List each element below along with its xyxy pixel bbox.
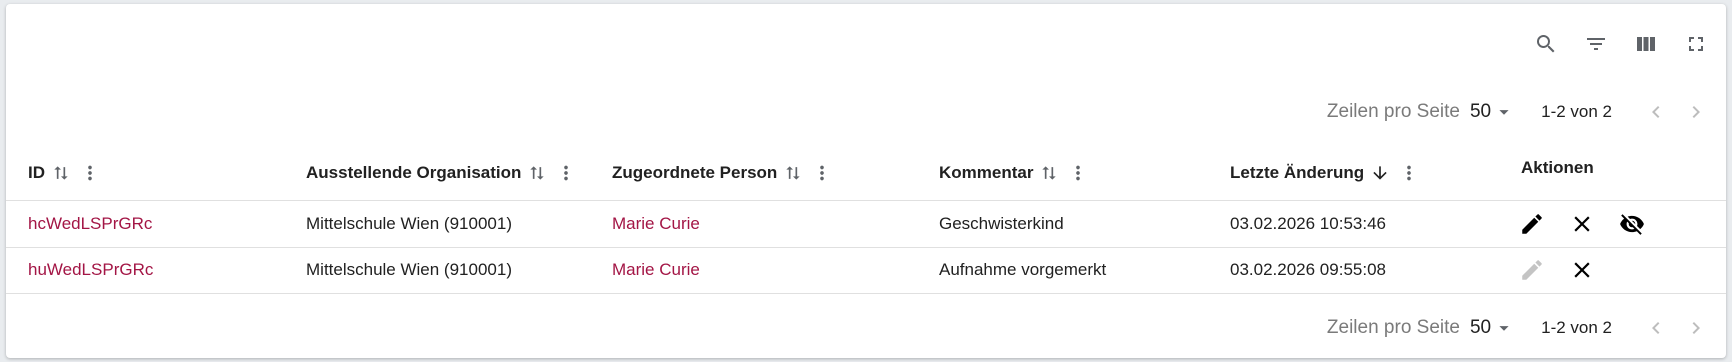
next-page-button[interactable] — [1676, 92, 1716, 132]
previous-page-button[interactable] — [1636, 308, 1676, 348]
pagination-bottom: Zeilen pro Seite 50 1-2 von 2 — [1327, 308, 1716, 348]
pagination-range: 1-2 von 2 — [1541, 318, 1612, 337]
visibility-off-icon — [1620, 214, 1644, 235]
edit-icon — [1522, 260, 1542, 280]
edit-button-disabled — [1516, 254, 1548, 286]
filter-button[interactable] — [1576, 24, 1616, 64]
column-header-person: Zugeordnete Person — [612, 146, 833, 200]
rows-per-page-label: Zeilen pro Seite — [1326, 101, 1460, 122]
previous-page-button[interactable] — [1636, 92, 1676, 132]
edit-button[interactable] — [1516, 208, 1548, 240]
chevron-left-icon — [1652, 322, 1660, 334]
column-menu-icon[interactable] — [1067, 162, 1089, 184]
view-column-icon — [1637, 37, 1655, 51]
hide-button[interactable] — [1616, 208, 1648, 240]
row-last-changed: 03.02.2026 10:53:46 — [1230, 214, 1386, 233]
row-id-link[interactable]: huWedLSPrGRc — [28, 247, 153, 293]
row-person-link[interactable]: Marie Curie — [612, 201, 700, 247]
column-label: ID — [28, 163, 45, 182]
row-comment: Aufnahme vorgemerkt — [939, 260, 1107, 279]
next-page-button[interactable] — [1676, 308, 1716, 348]
sort-icon[interactable] — [783, 163, 803, 183]
column-header-organisation: Ausstellende Organisation — [306, 146, 577, 200]
sort-icon[interactable] — [51, 163, 71, 183]
table-toolbar — [1526, 24, 1726, 64]
delete-button[interactable] — [1566, 254, 1598, 286]
column-header-id: ID — [28, 146, 101, 200]
pagination-top: Zeilen pro Seite 50 1-2 von 2 — [1327, 92, 1716, 132]
row-comment: Geschwisterkind — [939, 214, 1064, 233]
row-organisation: Mittelschule Wien (910001) — [306, 260, 512, 279]
arrow-drop-down-icon — [1499, 110, 1509, 115]
arrow-drop-down-icon — [1499, 326, 1509, 331]
rows-per-page-label: Zeilen pro Seite — [1326, 317, 1460, 338]
rows-per-page-select[interactable]: 50 — [1470, 101, 1515, 123]
table-row: huWedLSPrGRc Mittelschule Wien (910001) … — [6, 247, 1726, 294]
sort-icon[interactable] — [527, 163, 547, 183]
column-header-comment: Kommentar — [939, 146, 1089, 200]
column-label: Zugeordnete Person — [612, 163, 778, 182]
column-label: Kommentar — [939, 163, 1034, 182]
row-actions — [1516, 201, 1666, 247]
column-label: Aktionen — [1521, 158, 1594, 177]
sort-icon[interactable] — [1039, 163, 1059, 183]
row-organisation: Mittelschule Wien (910001) — [306, 214, 512, 233]
chevron-left-icon — [1652, 106, 1660, 118]
column-menu-icon[interactable] — [555, 162, 577, 184]
close-icon — [1574, 262, 1590, 278]
rows-per-page-value: 50 — [1469, 101, 1492, 122]
filter-list-icon — [1587, 38, 1605, 50]
edit-icon — [1522, 214, 1542, 234]
search-button[interactable] — [1526, 24, 1566, 64]
arrow-downward-icon[interactable] — [1370, 163, 1390, 183]
column-header-last-changed: Letzte Änderung — [1230, 146, 1420, 200]
data-table-card: Zeilen pro Seite 50 1-2 von 2 ID Ausstel… — [6, 4, 1726, 358]
row-person-link[interactable]: Marie Curie — [612, 247, 700, 293]
view-columns-button[interactable] — [1626, 24, 1666, 64]
row-id-link[interactable]: hcWedLSPrGRc — [28, 201, 152, 247]
column-label: Letzte Änderung — [1230, 163, 1365, 182]
row-last-changed: 03.02.2026 09:55:08 — [1230, 260, 1386, 279]
column-menu-icon[interactable] — [811, 162, 833, 184]
column-header-actions: Aktionen — [1521, 146, 1594, 200]
column-label: Ausstellende Organisation — [306, 163, 522, 182]
row-actions — [1516, 247, 1616, 293]
chevron-right-icon — [1692, 106, 1700, 118]
table-header: ID Ausstellende Organisation Zugeordnete… — [6, 146, 1726, 201]
rows-per-page-value: 50 — [1469, 317, 1492, 338]
close-icon — [1574, 216, 1590, 232]
fullscreen-button[interactable] — [1676, 24, 1716, 64]
pagination-range: 1-2 von 2 — [1541, 102, 1612, 121]
table-row: hcWedLSPrGRc Mittelschule Wien (910001) … — [6, 201, 1726, 248]
rows-per-page-select[interactable]: 50 — [1470, 317, 1515, 339]
delete-button[interactable] — [1566, 208, 1598, 240]
search-icon — [1537, 35, 1555, 53]
column-menu-icon[interactable] — [1398, 162, 1420, 184]
chevron-right-icon — [1692, 322, 1700, 334]
column-menu-icon[interactable] — [79, 162, 101, 184]
fullscreen-icon — [1689, 37, 1703, 51]
